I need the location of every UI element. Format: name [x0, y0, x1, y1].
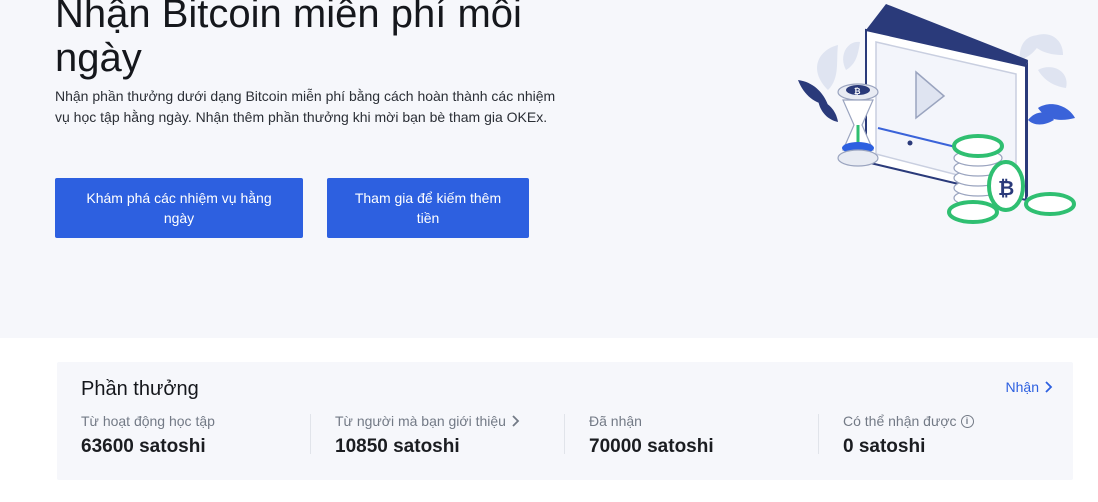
- stat-referrals[interactable]: Từ người mà bạn giới thiệu 10850 satoshi: [335, 412, 520, 462]
- stat-value: 0 satoshi: [843, 436, 926, 457]
- stat-learning: Từ hoạt động học tập 63600 satoshi: [81, 412, 215, 462]
- stat-label: Từ người mà bạn giới thiệu: [335, 413, 506, 429]
- stat-label: Có thể nhận được: [843, 413, 957, 429]
- explore-daily-tasks-button[interactable]: Khám phá các nhiệm vụ hằng ngày: [55, 178, 303, 238]
- hero-section: Nhận Bitcoin miễn phí mỗi ngày Nhận phần…: [0, 0, 1098, 338]
- stat-value: 63600 satoshi: [81, 436, 206, 457]
- divider: [818, 414, 819, 454]
- stat-received: Đã nhận 70000 satoshi: [589, 412, 714, 462]
- claim-rewards-link[interactable]: Nhận: [1006, 378, 1053, 396]
- stat-value: 10850 satoshi: [335, 436, 460, 457]
- chevron-right-icon: [1045, 381, 1053, 393]
- join-earn-more-button[interactable]: Tham gia để kiếm thêm tiền: [327, 178, 529, 238]
- hero-description: Nhận phần thưởng dưới dạng Bitcoin miễn …: [55, 88, 556, 125]
- hero-title: Nhận Bitcoin miễn phí mỗi ngày: [55, 0, 522, 80]
- svg-text:₿: ₿: [854, 87, 861, 96]
- stat-claimable: Có thể nhận được i 0 satoshi: [843, 412, 974, 462]
- stat-label-referrals[interactable]: Từ người mà bạn giới thiệu: [335, 412, 520, 430]
- rewards-panel: Phần thưởng Nhận Từ hoạt động học tập 63…: [57, 362, 1073, 480]
- stat-label: Từ hoạt động học tập: [81, 413, 215, 429]
- info-icon[interactable]: i: [960, 414, 974, 428]
- divider: [564, 414, 565, 454]
- stat-value: 70000 satoshi: [589, 436, 714, 457]
- claim-link-label: Nhận: [1005, 379, 1039, 395]
- bitcoin-video-illustration: ₿ ₿: [798, 4, 1076, 224]
- svg-text:₿: ₿: [998, 176, 1014, 200]
- divider: [310, 414, 311, 454]
- rewards-title: Phần thưởng: [81, 378, 199, 400]
- stat-label-claimable: Có thể nhận được i: [843, 412, 974, 430]
- chevron-right-icon: [512, 415, 520, 427]
- stat-label: Đã nhận: [589, 413, 642, 429]
